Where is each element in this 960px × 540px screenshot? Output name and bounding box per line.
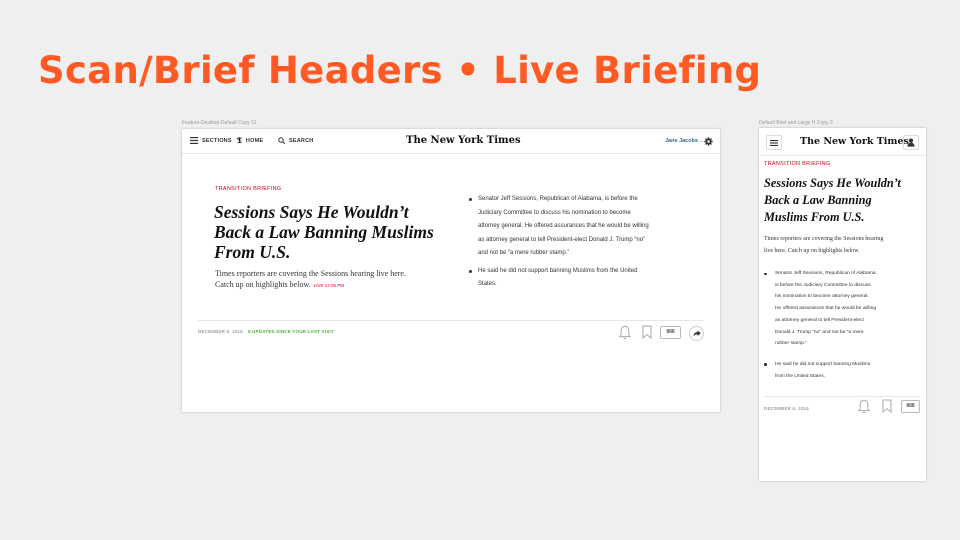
bullet-line: rubber stamp.” [775,341,807,347]
headline[interactable]: Sessions Says He Wouldn’t Back a Law Ban… [764,175,901,226]
desktop-frame: SECTIONS 𝕿 HOME SEARCH The New York Time… [182,129,720,412]
share-arrow-icon [693,330,701,337]
mobile-frame-label: Default Brief and Large H Copy 3 [759,120,833,126]
bullet-line: He said he did not support banning Musli… [478,267,638,274]
live-time: LIVE 12:05 PM [313,282,344,288]
comment-count-button[interactable]: 888 [901,400,920,413]
summary: Times reporters are covering the Session… [764,233,883,257]
bullet-line: from the United States. [775,373,826,379]
bullet-item: He said he did not support banning Musli… [469,265,699,292]
kicker[interactable]: TRANSITION BRIEFING [764,161,831,167]
gear-icon[interactable] [704,137,713,146]
bullet-line: He offered assurances that he would be w… [775,306,877,312]
headline-line: Back a Law Banning [764,193,872,207]
search-label: SEARCH [289,137,314,144]
home-label: HOME [245,137,264,144]
bullet-item: He said he did not support banning Musli… [764,359,922,382]
menu-icon [770,139,778,146]
divider [764,396,921,397]
summary-line: Times reporters are covering the Session… [764,236,884,242]
bullet-line: as attorney general to tell President-el… [478,236,646,243]
menu-icon [190,137,198,144]
bullet-line: and not be “a mere rubber stamp.” [478,250,570,256]
headline-line: Muslims From U.S. [764,210,865,224]
comment-count: 888 [666,329,675,335]
bullet-line: Senator Jeff Sessions, Republican of Ala… [478,196,638,202]
bullet-dot [469,269,472,273]
bookmark-icon[interactable] [882,399,892,413]
bullet-dot [469,198,472,201]
share-button[interactable] [689,326,704,341]
user-icon [907,138,915,147]
mobile-frame: The New York Times TRANSITION BRIEFING S… [759,128,926,481]
headline-line: From U.S. [214,242,291,262]
bullet-item: Senator Jeff Sessions, Republican of Ala… [764,268,922,350]
nyt-logo[interactable]: The New York Times [406,135,521,146]
bullet-line: Senator Jeff Sessions, Republican of Ala… [775,271,877,276]
bullet-dot [764,363,767,367]
sections-button[interactable]: SECTIONS [190,137,232,144]
account-button[interactable] [903,135,919,150]
sections-label: SECTIONS [202,137,232,144]
slide-title: Scan/Brief Headers • Live Briefing [38,49,762,92]
kicker[interactable]: TRANSITION BRIEFING [215,186,282,192]
search-button[interactable]: SEARCH [278,137,313,144]
headline-line: Back a Law Banning Muslims [214,222,434,242]
mobile-menu-button[interactable] [766,135,782,150]
bullet-line: as attorney general to tell President-el… [775,317,864,323]
bullet-line: attorney general. He offered assurances … [478,223,649,229]
nyt-logo[interactable]: The New York Times [800,136,909,147]
bell-icon[interactable] [619,325,631,340]
home-button[interactable]: 𝕿 HOME [237,135,264,145]
bullet-list: Senator Jeff Sessions, Republican of Ala… [469,193,699,292]
bullet-item: Senator Jeff Sessions, Republican of Ala… [469,193,699,261]
desktop-frame-label: Feature-Desktop-Default Copy 11 [182,120,257,126]
mobile-top-bar: The New York Times [759,128,926,156]
summary-line-text: Catch up on highlights below. [215,279,311,289]
search-icon [278,137,285,144]
bell-icon[interactable] [858,399,870,414]
desktop-top-bar: SECTIONS 𝕿 HOME SEARCH The New York Time… [182,129,720,154]
bullet-line: Judiciary Committee to discuss his nomin… [478,209,631,216]
headline[interactable]: Sessions Says He Wouldn’t Back a Law Ban… [214,202,434,262]
bookmark-icon[interactable] [642,325,652,339]
date: DECEMBER 6, 2016 [764,406,809,411]
updates-link[interactable]: 5 UPDATES SINCE YOUR LAST VISIT [248,329,334,334]
user-menu[interactable]: Jane Jacobs ⌄ [665,138,704,144]
divider [198,320,704,321]
headline-line: Sessions Says He Wouldn’t [764,176,901,190]
summary-line: Catch up on highlights below. LIVE 12:05 … [215,280,406,292]
bullet-list: Senator Jeff Sessions, Republican of Ala… [764,268,922,382]
bullet-line: States. [478,281,497,287]
date: DECEMBER 6, 2016 [198,329,243,334]
bullet-line: his nomination to become attorney genera… [775,294,869,300]
user-name: Jane Jacobs [665,138,699,144]
bullet-dot [764,272,767,276]
comment-count: 888 [906,403,915,409]
summary-line: live here. Catch up on highlights below. [764,248,860,254]
nyt-t-icon: 𝕿 [237,135,242,145]
bullet-line: is before the Judiciary Committee to dis… [775,282,871,288]
headline-line: Sessions Says He Wouldn’t [214,202,409,222]
summary: Times reporters are covering the Session… [215,269,406,291]
bullet-line: Donald J. Trump “no” and not be “a mere [775,329,864,335]
comment-count-button[interactable]: 888 [660,326,681,339]
bullet-line: He said he did not support banning Musli… [775,361,871,367]
summary-line: Times reporters are covering the Session… [215,269,406,278]
